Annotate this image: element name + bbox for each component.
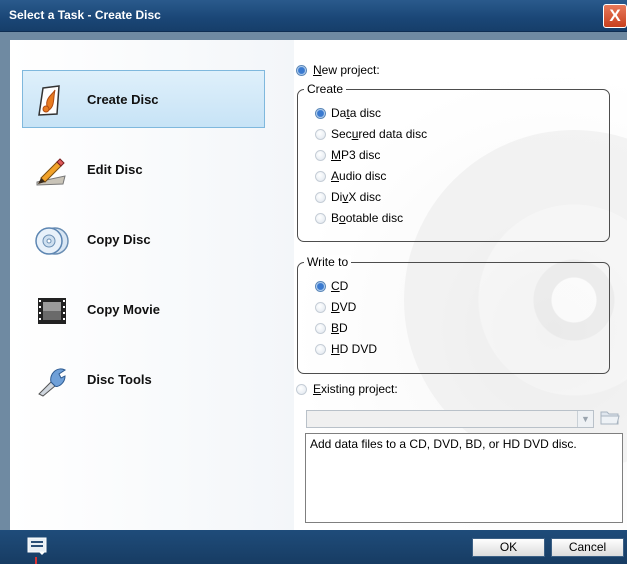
task-disc-tools[interactable]: Disc Tools <box>22 350 265 408</box>
new-project-label[interactable]: New project: <box>313 63 380 77</box>
task-edit-disc[interactable]: Edit Disc <box>22 140 265 198</box>
task-label: Copy Disc <box>87 232 151 247</box>
window-title: Select a Task - Create Disc <box>9 8 161 22</box>
disc-tools-icon <box>38 368 66 397</box>
bottom-bar: OK Cancel <box>0 530 627 564</box>
close-button[interactable]: X <box>603 4 627 28</box>
label-dvd[interactable]: DVD <box>331 300 356 314</box>
label-secured-data-disc[interactable]: Secured data disc <box>331 127 427 141</box>
radio-hd-dvd[interactable] <box>315 344 326 355</box>
task-create-disc[interactable]: Create Disc <box>22 70 265 128</box>
task-label: Edit Disc <box>87 162 143 177</box>
create-disc-icon <box>38 85 60 116</box>
task-label: Create Disc <box>87 92 159 107</box>
task-copy-disc[interactable]: Copy Disc <box>22 210 265 268</box>
existing-project-label[interactable]: Existing project: <box>313 382 398 396</box>
chevron-down-icon[interactable]: ▼ <box>577 411 593 427</box>
task-copy-movie[interactable]: Copy Movie <box>22 280 265 338</box>
label-hd-dvd[interactable]: HD DVD <box>331 342 377 356</box>
ok-button[interactable]: OK <box>472 538 545 557</box>
task-label: Disc Tools <box>87 372 152 387</box>
title-bar: Select a Task - Create Disc X <box>0 0 627 32</box>
radio-data-disc[interactable] <box>315 108 326 119</box>
existing-project-combo[interactable]: ▼ <box>306 410 594 428</box>
dialog-content: Create Disc Edit Disc Copy Disc Copy Mov… <box>10 40 627 530</box>
radio-cd[interactable] <box>315 281 326 292</box>
options-pane: New project: Create Data disc Secured da… <box>294 40 627 530</box>
label-mp3-disc[interactable]: MP3 disc <box>331 148 380 162</box>
label-cd[interactable]: CD <box>331 279 348 293</box>
task-label: Copy Movie <box>87 302 160 317</box>
cursor-marker <box>35 557 37 564</box>
task-sidebar: Create Disc Edit Disc Copy Disc Copy Mov… <box>10 40 294 530</box>
task-description: Add data files to a CD, DVD, BD, or HD D… <box>305 433 623 523</box>
radio-dvd[interactable] <box>315 302 326 313</box>
radio-secured-data-disc[interactable] <box>315 129 326 140</box>
new-project-radio[interactable] <box>296 65 307 76</box>
label-bd[interactable]: BD <box>331 321 348 335</box>
radio-bd[interactable] <box>315 323 326 334</box>
existing-project-radio[interactable] <box>296 384 307 395</box>
radio-audio-disc[interactable] <box>315 171 326 182</box>
label-bootable-disc[interactable]: Bootable disc <box>331 211 403 225</box>
copy-movie-icon <box>38 298 66 324</box>
create-group-legend: Create <box>304 82 347 96</box>
folder-icon[interactable] <box>600 408 620 426</box>
write-to-group-legend: Write to <box>304 255 352 269</box>
copy-disc-icon <box>35 227 69 255</box>
dialog-frame: Create Disc Edit Disc Copy Disc Copy Mov… <box>0 32 627 530</box>
edit-disc-icon <box>36 158 66 186</box>
label-audio-disc[interactable]: Audio disc <box>331 169 386 183</box>
options-menu-icon[interactable] <box>27 537 47 556</box>
radio-mp3-disc[interactable] <box>315 150 326 161</box>
label-data-disc[interactable]: Data disc <box>331 106 381 120</box>
radio-divx-disc[interactable] <box>315 192 326 203</box>
radio-bootable-disc[interactable] <box>315 213 326 224</box>
label-divx-disc[interactable]: DivX disc <box>331 190 381 204</box>
cancel-button[interactable]: Cancel <box>551 538 624 557</box>
